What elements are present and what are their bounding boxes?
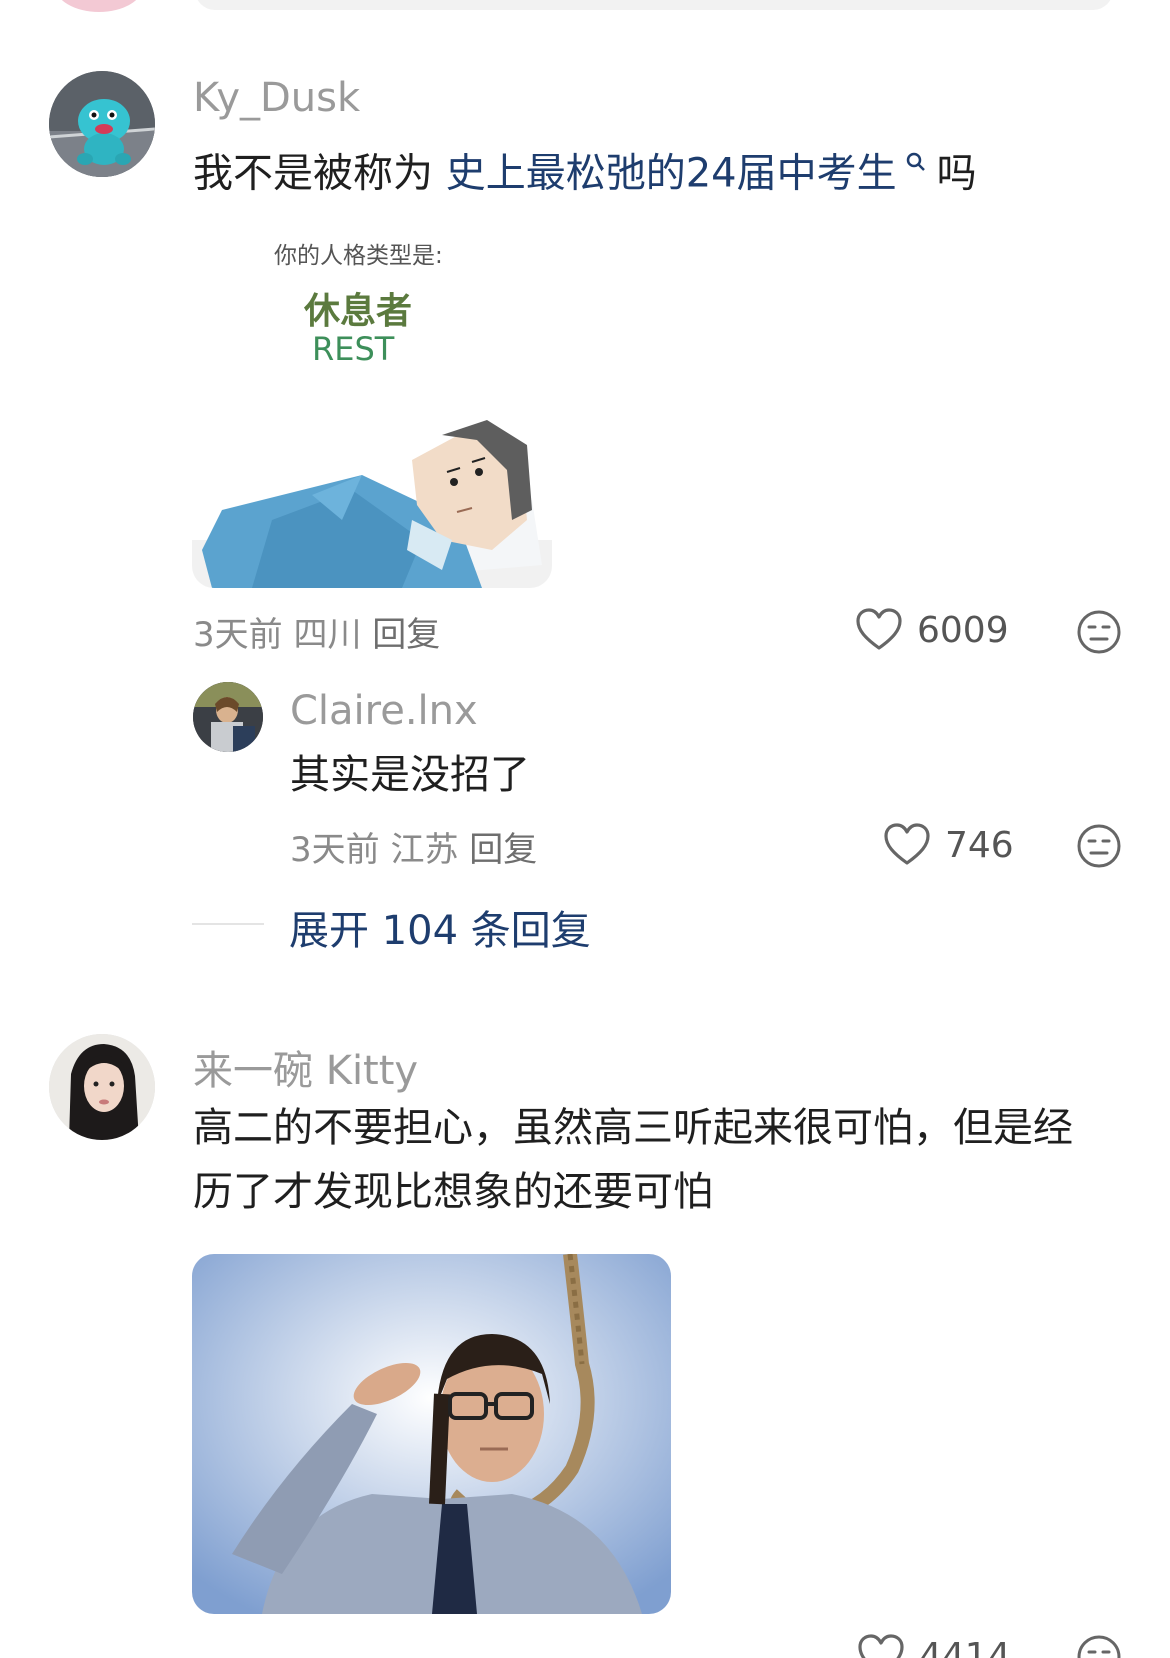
saluting-man-image xyxy=(192,1254,671,1614)
reply-text: 其实是没招了 xyxy=(290,752,530,798)
reply-time: 3天前 xyxy=(290,830,380,870)
meh-face-icon[interactable] xyxy=(1076,1634,1122,1658)
comment-text-line: 历了才发现比想象的还要可怕 xyxy=(193,1169,713,1215)
heart-outline-icon[interactable] xyxy=(857,1634,905,1658)
comment-image[interactable]: 你的人格类型是: 休息者 REST xyxy=(192,220,552,588)
avatar-photo xyxy=(49,1034,155,1140)
meh-face-icon[interactable] xyxy=(1076,609,1122,655)
heart-outline-icon[interactable] xyxy=(855,608,903,652)
like-count: 4414 xyxy=(919,1635,1011,1658)
comment-text-suffix: 吗 xyxy=(936,150,977,197)
expand-replies-button[interactable]: 展开 104 条回复 xyxy=(289,898,591,956)
like-count: 6009 xyxy=(917,609,1009,651)
comment-text-prefix: 我不是被称为 xyxy=(193,150,446,197)
meh-face-icon[interactable] xyxy=(1076,823,1122,869)
previous-comment-bar xyxy=(195,0,1113,10)
reply-like-button[interactable]: 746 xyxy=(883,823,1014,867)
comment-location: 四川 xyxy=(293,615,362,655)
comment-text: 我不是被称为 史上最松弛的24届中考生 吗 xyxy=(193,134,977,205)
reply-location: 江苏 xyxy=(390,830,459,870)
reply-button[interactable]: 回复 xyxy=(372,615,440,655)
comment-text-line: 高二的不要担心，虽然高三听起来很可怕，但是经 xyxy=(193,1105,1073,1151)
user-avatar[interactable] xyxy=(49,71,155,177)
username[interactable]: Ky_Dusk xyxy=(193,75,360,121)
like-button[interactable]: 4414 xyxy=(857,1634,1011,1658)
comment-time: 3天前 xyxy=(193,615,283,655)
expand-divider xyxy=(192,923,264,925)
reply-username[interactable]: Claire.lnx xyxy=(290,688,478,734)
avatar-plush-image xyxy=(49,71,155,177)
comment-meta: 3天前 四川 回复 xyxy=(193,607,440,656)
search-icon[interactable] xyxy=(899,152,933,178)
username[interactable]: 来一碗 Kitty xyxy=(193,1038,418,1096)
comment-image[interactable] xyxy=(192,1254,671,1614)
sleeping-person-illustration xyxy=(192,420,552,588)
reply-user-avatar[interactable] xyxy=(193,682,263,752)
heart-outline-icon[interactable] xyxy=(883,823,931,867)
reply-reply-button[interactable]: 回复 xyxy=(469,830,537,870)
hashtag-search-link[interactable]: 史上最松弛的24届中考生 xyxy=(446,150,897,196)
user-avatar[interactable] xyxy=(49,1034,155,1140)
reply-meta: 3天前 江苏 回复 xyxy=(290,822,537,871)
like-button[interactable]: 6009 xyxy=(855,608,1009,652)
previous-comment-avatar[interactable] xyxy=(55,0,143,12)
avatar-photo xyxy=(193,682,263,752)
reply-like-count: 746 xyxy=(945,824,1014,866)
